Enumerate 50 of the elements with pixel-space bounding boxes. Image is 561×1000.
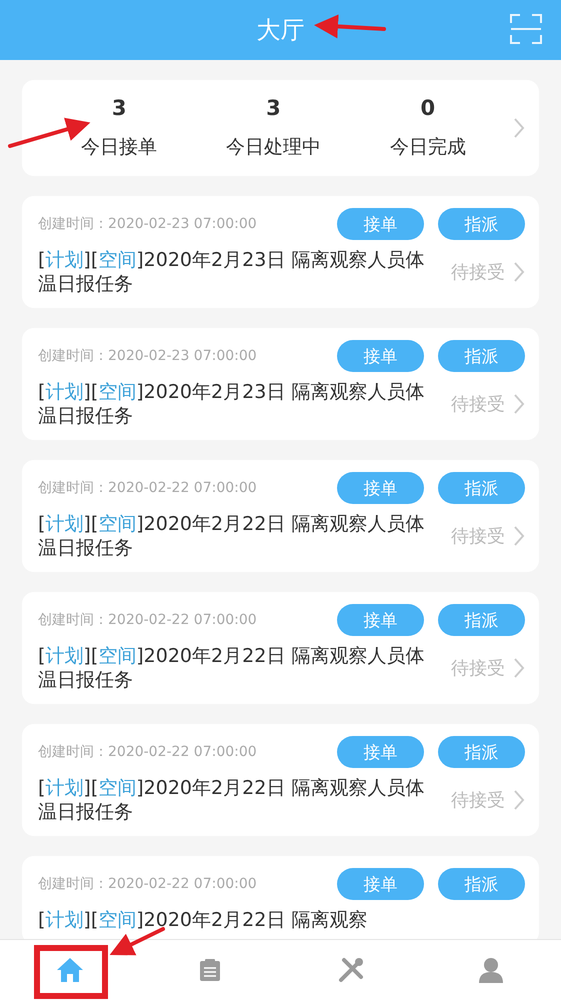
action-button[interactable]: 接单 <box>337 472 424 504</box>
task-status: 待接受 <box>451 393 505 416</box>
task-card[interactable]: 创建时间：2020-02-22 07:00:00 接单 指派 [计划][空间]2020年2月22日 隔离观察 <box>22 856 539 939</box>
tools-icon <box>338 957 364 983</box>
action-button[interactable]: 指派 <box>438 868 525 900</box>
task-card[interactable]: 创建时间：2020-02-22 07:00:00 接单 指派 [计划][空间]2020年2月22日 隔离观察人员体温日报任务 待接受 <box>22 460 539 572</box>
action-button[interactable]: 接单 <box>337 340 424 372</box>
task-status: 待接受 <box>451 789 505 812</box>
action-button[interactable]: 指派 <box>438 604 525 636</box>
task-status: 待接受 <box>451 525 505 548</box>
stat-value: 0 <box>420 96 436 120</box>
stat-label: 今日处理中 <box>226 135 321 160</box>
task-status: 待接受 <box>451 261 505 284</box>
stats-card[interactable]: 3 今日接单 3 今日处理中 0 今日完成 <box>22 80 539 176</box>
action-button[interactable]: 指派 <box>438 736 525 768</box>
task-title: [计划][空间]2020年2月22日 隔离观察人员体温日报任务 <box>38 776 426 824</box>
annotation-arrow <box>314 14 386 38</box>
created-time: 创建时间：2020-02-22 07:00:00 <box>38 479 258 497</box>
created-time: 创建时间：2020-02-22 07:00:00 <box>38 875 258 893</box>
task-title: [计划][空间]2020年2月22日 隔离观察 <box>38 908 368 932</box>
task-card[interactable]: 创建时间：2020-02-22 07:00:00 接单 指派 [计划][空间]2020年2月22日 隔离观察人员体温日报任务 待接受 <box>22 724 539 836</box>
created-time: 创建时间：2020-02-22 07:00:00 <box>38 743 258 761</box>
action-button[interactable]: 指派 <box>438 340 525 372</box>
action-button[interactable]: 接单 <box>337 604 424 636</box>
created-time: 创建时间：2020-02-23 07:00:00 <box>38 347 258 365</box>
scan-icon[interactable] <box>509 13 543 45</box>
page-title: 大厅 <box>256 15 304 46</box>
action-button[interactable]: 指派 <box>438 208 525 240</box>
action-button[interactable]: 接单 <box>337 736 424 768</box>
task-card[interactable]: 创建时间：2020-02-22 07:00:00 接单 指派 [计划][空间]2020年2月22日 隔离观察人员体温日报任务 待接受 <box>22 592 539 704</box>
action-button[interactable]: 接单 <box>337 868 424 900</box>
clipboard-icon <box>199 958 222 982</box>
stat-label: 今日完成 <box>390 135 466 160</box>
task-card[interactable]: 创建时间：2020-02-23 07:00:00 接单 指派 [计划][空间]2020年2月23日 隔离观察人员体温日报任务 待接受 <box>22 196 539 308</box>
home-icon <box>56 957 84 983</box>
action-button[interactable]: 指派 <box>438 472 525 504</box>
annotation-arrow <box>110 927 165 956</box>
task-status: 待接受 <box>451 657 505 680</box>
stat-value: 3 <box>112 96 126 120</box>
user-icon <box>478 957 504 983</box>
task-title: [计划][空间]2020年2月22日 隔离观察人员体温日报任务 <box>38 644 426 692</box>
created-time: 创建时间：2020-02-22 07:00:00 <box>38 611 258 629</box>
stat-label: 今日接单 <box>81 135 158 160</box>
action-button[interactable]: 接单 <box>337 208 424 240</box>
task-title: [计划][空间]2020年2月22日 隔离观察人员体温日报任务 <box>38 512 426 560</box>
created-time: 创建时间：2020-02-23 07:00:00 <box>38 215 258 233</box>
task-title: [计划][空间]2020年2月23日 隔离观察人员体温日报任务 <box>38 380 426 428</box>
task-title: [计划][空间]2020年2月23日 隔离观察人员体温日报任务 <box>38 248 426 296</box>
task-card[interactable]: 创建时间：2020-02-23 07:00:00 接单 指派 [计划][空间]2020年2月23日 隔离观察人员体温日报任务 待接受 <box>22 328 539 440</box>
stat-value: 3 <box>266 96 281 120</box>
